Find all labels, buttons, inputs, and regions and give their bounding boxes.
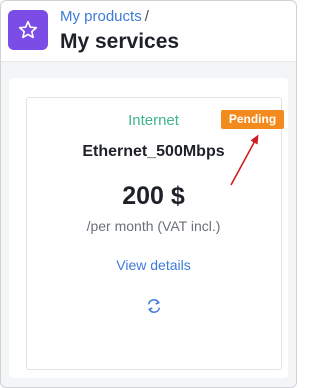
- status-badge: Pending: [221, 110, 284, 129]
- breadcrumb: My products /: [60, 8, 149, 25]
- breadcrumb-link-my-products[interactable]: My products: [60, 8, 142, 25]
- logo-tile: [8, 10, 48, 50]
- view-details-link[interactable]: View details: [0, 257, 307, 274]
- star-icon: [18, 20, 38, 39]
- price-note: /per month (VAT incl.): [86, 218, 221, 234]
- refresh-icon: [148, 299, 160, 313]
- annotation-arrow: [230, 134, 259, 186]
- renew-button[interactable]: [143, 295, 165, 317]
- page-title: My services: [60, 30, 180, 53]
- breadcrumb-separator: /: [144, 8, 149, 25]
- page-header: My products / My services: [1, 1, 296, 62]
